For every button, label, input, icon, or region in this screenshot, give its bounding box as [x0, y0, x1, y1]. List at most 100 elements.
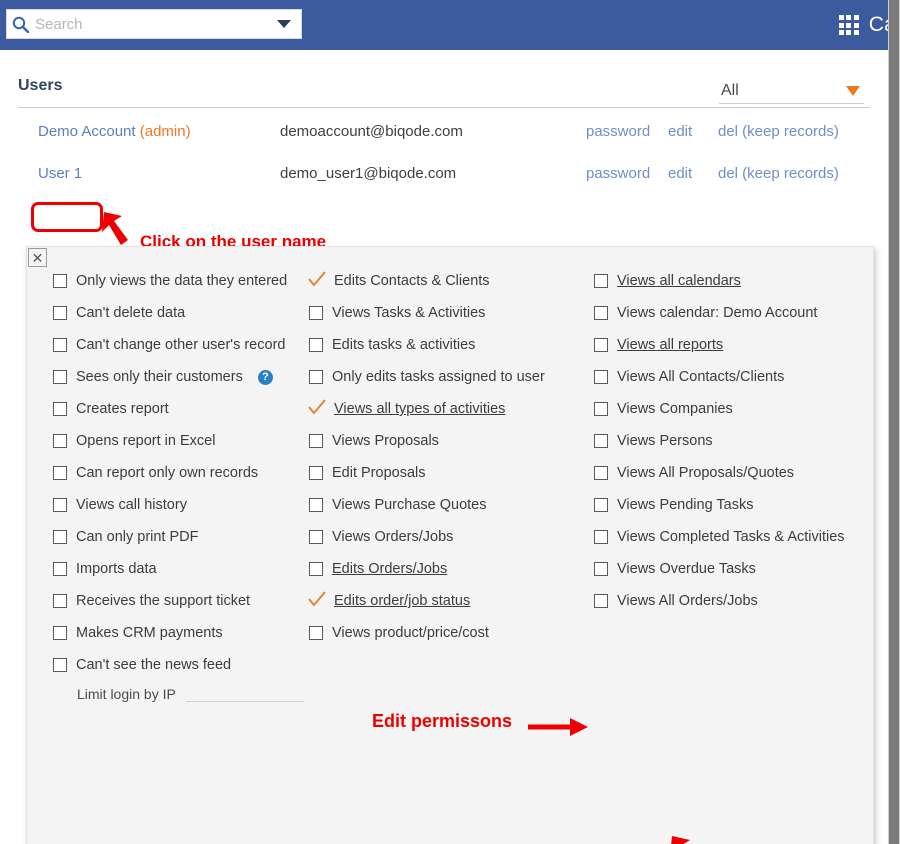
- permission-option-label: Views call history: [76, 497, 187, 513]
- checkbox-unchecked-icon[interactable]: [53, 658, 67, 672]
- user-edit-link[interactable]: edit: [668, 123, 692, 140]
- permission-option[interactable]: Only edits tasks assigned to user: [309, 361, 594, 393]
- chevron-down-icon: [277, 20, 291, 28]
- permission-option-label: Views All Contacts/Clients: [617, 369, 785, 385]
- permission-option[interactable]: Views product/price/cost: [309, 617, 594, 649]
- permission-option[interactable]: Views Companies: [594, 393, 875, 425]
- permission-option-label: Views all types of activities: [334, 401, 506, 417]
- permission-option[interactable]: Edits Orders/Jobs: [309, 553, 594, 585]
- permission-option[interactable]: Edits tasks & activities: [309, 329, 594, 361]
- user-name-link[interactable]: User 1: [38, 165, 82, 182]
- permission-option[interactable]: Views all reports: [594, 329, 875, 361]
- permission-option[interactable]: Can't see the news feed: [53, 649, 309, 681]
- permission-option[interactable]: Views Pending Tasks: [594, 489, 875, 521]
- checkbox-unchecked-icon[interactable]: [594, 530, 608, 544]
- permission-option[interactable]: Makes CRM payments: [53, 617, 309, 649]
- users-filter-dropdown[interactable]: All: [719, 82, 864, 104]
- permission-option[interactable]: Views call history: [53, 489, 309, 521]
- permission-option-label: Views product/price/cost: [332, 625, 489, 641]
- user-password-link[interactable]: password: [586, 165, 650, 182]
- checkbox-unchecked-icon[interactable]: [594, 466, 608, 480]
- permissions-panel: ✕ Only views the data they entered Can't …: [26, 246, 874, 844]
- permission-option[interactable]: Views all types of activities: [308, 393, 594, 425]
- checkbox-unchecked-icon[interactable]: [594, 402, 608, 416]
- permission-option[interactable]: Receives the support ticket: [53, 585, 309, 617]
- user-delete-link[interactable]: del (keep records): [718, 165, 839, 182]
- checkbox-unchecked-icon[interactable]: [594, 306, 608, 320]
- permission-option[interactable]: Views calendar: Demo Account: [594, 297, 875, 329]
- table-row[interactable]: User 1 demo_user1@biqode.com password ed…: [18, 154, 870, 192]
- checkbox-unchecked-icon[interactable]: [309, 370, 323, 384]
- checkbox-unchecked-icon[interactable]: [53, 466, 67, 480]
- checkbox-unchecked-icon[interactable]: [53, 338, 67, 352]
- checkbox-unchecked-icon[interactable]: [309, 306, 323, 320]
- help-icon[interactable]: ?: [257, 369, 273, 385]
- permission-option[interactable]: Views Orders/Jobs: [309, 521, 594, 553]
- checkbox-unchecked-icon[interactable]: [309, 466, 323, 480]
- permission-option[interactable]: Views Completed Tasks & Activities: [594, 521, 875, 553]
- grid-apps-icon[interactable]: [838, 15, 859, 35]
- permission-option[interactable]: Views Persons: [594, 425, 875, 457]
- checkbox-unchecked-icon[interactable]: [309, 434, 323, 448]
- user-password-link[interactable]: password: [586, 123, 650, 140]
- user-delete-link[interactable]: del (keep records): [718, 123, 839, 140]
- permission-option[interactable]: Views Proposals: [309, 425, 594, 457]
- permission-option[interactable]: Views All Contacts/Clients: [594, 361, 875, 393]
- checkbox-unchecked-icon[interactable]: [594, 498, 608, 512]
- search-box[interactable]: [6, 9, 302, 39]
- checkbox-unchecked-icon[interactable]: [53, 594, 67, 608]
- permission-option[interactable]: Opens report in Excel: [53, 425, 309, 457]
- permission-option[interactable]: Imports data: [53, 553, 309, 585]
- user-email: demoaccount@biqode.com: [280, 122, 463, 140]
- permission-option[interactable]: Sees only their customers?: [53, 361, 309, 393]
- checkbox-unchecked-icon[interactable]: [594, 274, 608, 288]
- permission-option[interactable]: Edit Proposals: [309, 457, 594, 489]
- permission-option[interactable]: Edits Contacts & Clients: [308, 265, 594, 297]
- checkbox-unchecked-icon[interactable]: [594, 562, 608, 576]
- checkbox-unchecked-icon[interactable]: [594, 434, 608, 448]
- checkbox-unchecked-icon[interactable]: [53, 434, 67, 448]
- permission-option[interactable]: Views Tasks & Activities: [309, 297, 594, 329]
- permission-option[interactable]: Creates report: [53, 393, 309, 425]
- permission-option[interactable]: Can't change other user's record: [53, 329, 309, 361]
- permission-option[interactable]: Views All Proposals/Quotes: [594, 457, 875, 489]
- checkbox-unchecked-icon[interactable]: [53, 402, 67, 416]
- checkbox-unchecked-icon[interactable]: [53, 498, 67, 512]
- permission-option[interactable]: Views All Orders/Jobs: [594, 585, 875, 617]
- checkbox-unchecked-icon[interactable]: [309, 626, 323, 640]
- limit-login-by-ip-input[interactable]: [185, 684, 304, 702]
- permission-option[interactable]: Can report only own records: [53, 457, 309, 489]
- checkbox-unchecked-icon[interactable]: [53, 626, 67, 640]
- permission-option[interactable]: Views Purchase Quotes: [309, 489, 594, 521]
- permission-option-label: Views Companies: [617, 401, 733, 417]
- checkbox-unchecked-icon[interactable]: [594, 338, 608, 352]
- checkbox-unchecked-icon[interactable]: [309, 498, 323, 512]
- permission-option[interactable]: Can only print PDF: [53, 521, 309, 553]
- table-row[interactable]: Demo Account (admin) demoaccount@biqode.…: [18, 112, 870, 150]
- permission-option-label: Sees only their customers: [76, 369, 243, 385]
- vertical-scrollbar[interactable]: [888, 0, 900, 844]
- checkbox-unchecked-icon[interactable]: [309, 530, 323, 544]
- annotation-edit-permissions: Edit permissons: [372, 711, 513, 731]
- search-input[interactable]: [33, 11, 267, 37]
- permission-option[interactable]: Views Overdue Tasks: [594, 553, 875, 585]
- checkbox-unchecked-icon[interactable]: [594, 594, 608, 608]
- permission-option[interactable]: Edits order/job status: [308, 585, 594, 617]
- search-dropdown-toggle[interactable]: [267, 20, 301, 28]
- permission-option[interactable]: Views all calendars: [594, 265, 875, 297]
- checkbox-unchecked-icon[interactable]: [309, 562, 323, 576]
- permission-option-label: Only views the data they entered: [76, 273, 288, 289]
- checkbox-unchecked-icon[interactable]: [53, 530, 67, 544]
- user-edit-link[interactable]: edit: [668, 165, 692, 182]
- checkbox-unchecked-icon[interactable]: [309, 338, 323, 352]
- permission-option[interactable]: Can't delete data: [53, 297, 309, 329]
- checkbox-unchecked-icon[interactable]: [594, 370, 608, 384]
- scrollbar-thumb[interactable]: [889, 0, 899, 844]
- checkbox-unchecked-icon[interactable]: [53, 562, 67, 576]
- permission-option[interactable]: Only views the data they entered: [53, 265, 309, 297]
- user-name-link[interactable]: Demo Account (admin): [38, 123, 191, 140]
- permission-option-label: Edits Contacts & Clients: [334, 273, 490, 289]
- checkbox-unchecked-icon[interactable]: [53, 370, 67, 384]
- checkbox-unchecked-icon[interactable]: [53, 306, 67, 320]
- checkbox-unchecked-icon[interactable]: [53, 274, 67, 288]
